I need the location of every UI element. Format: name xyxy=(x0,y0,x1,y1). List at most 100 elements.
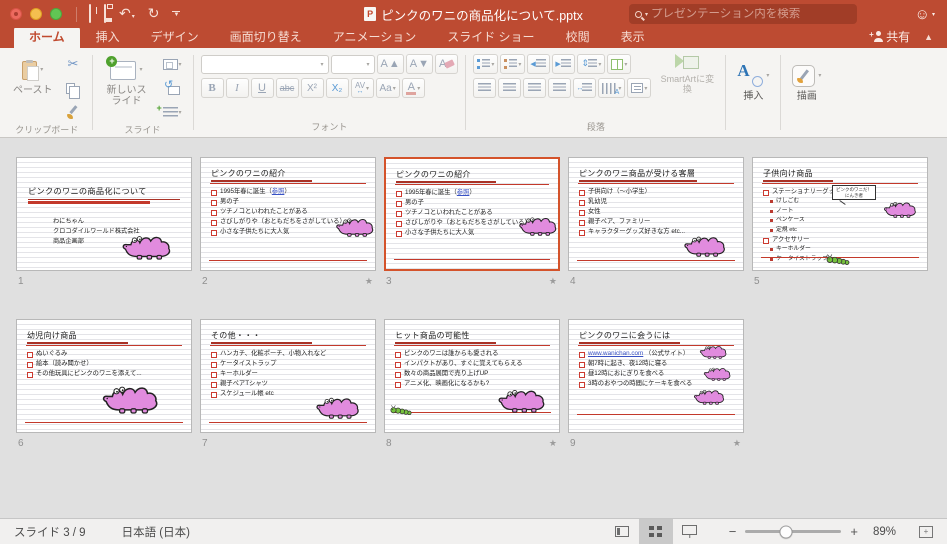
paste-button[interactable]: ▾ ペースト xyxy=(9,54,57,97)
pink-crocodile-doodle xyxy=(498,390,545,414)
fit-slide-to-window-button[interactable] xyxy=(919,525,933,538)
slide-thumbnail-6[interactable]: 幼児向け商品 ぬいぐるみ 絵本（読み聞かせ） その他玩具にピンクのワニを添えて.… xyxy=(16,319,192,433)
share-button[interactable]: + 共有 xyxy=(869,28,910,45)
layout-button[interactable]: ▾ xyxy=(159,54,186,74)
toolbar-options-button[interactable]: ▼ xyxy=(172,10,181,18)
copy-button[interactable]: ▾ xyxy=(62,78,85,99)
text-direction-button[interactable]: ▾ xyxy=(598,78,626,98)
titlebar: ↶▾ ↻ ▼ P ピンクのワニの商品化について.pptx ▾ ☺ ▾ xyxy=(0,0,947,28)
new-slide-button[interactable]: + ▾ 新しいスライド xyxy=(100,54,154,108)
underline-button[interactable]: U xyxy=(250,78,274,98)
smartart-button[interactable]: SmartArtに変換 xyxy=(656,54,718,94)
slide-thumbnail-1[interactable]: ピンクのワニの商品化について わにちゃん クロコダイルワールド株式会社 商品企画… xyxy=(16,157,192,271)
numbering-button[interactable]: ▾ xyxy=(500,54,526,74)
cut-button[interactable]: ✂ xyxy=(62,54,85,74)
reset-button[interactable]: ↺ xyxy=(159,78,186,98)
align-center-icon xyxy=(503,83,517,93)
zoom-percentage[interactable]: 89% xyxy=(873,526,896,538)
zoom-slider[interactable] xyxy=(745,525,842,538)
pink-crocodile-doodle xyxy=(699,345,727,359)
section-icon xyxy=(157,103,178,118)
shrink-font-button[interactable]: A ▼ xyxy=(405,54,433,74)
slide-title-text: その他・・・ xyxy=(211,331,261,340)
align-right-button[interactable] xyxy=(523,78,547,98)
bottom-rule xyxy=(209,422,367,423)
slide-thumbnail-3-selected[interactable]: ピンクのワニの紹介 1995年春に誕生（参照） 男の子 ツチノコといわれたことが… xyxy=(384,157,560,271)
close-button[interactable] xyxy=(10,8,22,20)
slide-number: 9 xyxy=(570,437,576,449)
strikethrough-button[interactable]: abc xyxy=(275,78,299,98)
slide-thumbnail-7[interactable]: その他・・・ ハンカチ、化粧ポーチ、小物入れなど ケータイストラップ キーホルダ… xyxy=(200,319,376,433)
format-painter-button[interactable] xyxy=(62,102,85,122)
align-text-icon xyxy=(631,83,644,93)
slide-thumbnail-9[interactable]: ピンクのワニに会うには www.wanichan.com （公式サイト） 朝7時… xyxy=(568,319,744,433)
normal-view-icon xyxy=(614,526,629,537)
zoom-window-button[interactable] xyxy=(50,8,62,20)
font-color-button[interactable]: A ▾ xyxy=(401,78,425,98)
collapse-ribbon-button[interactable]: ▲ xyxy=(924,32,933,42)
tab-review[interactable]: 校閲 xyxy=(564,26,592,48)
align-center-button[interactable] xyxy=(498,78,522,98)
tab-insert[interactable]: 挿入 xyxy=(94,26,122,48)
justify-button[interactable] xyxy=(548,78,572,98)
redo-button[interactable]: ↻ xyxy=(148,5,160,23)
italic-button[interactable]: I xyxy=(225,78,249,98)
bullet-item: ペンケース xyxy=(770,217,881,225)
zoom-in-button[interactable]: + xyxy=(850,524,858,539)
align-left-button[interactable] xyxy=(473,78,497,98)
tab-home[interactable]: ホーム xyxy=(14,26,80,48)
view-slide-sorter-button[interactable] xyxy=(638,518,673,544)
tab-view[interactable]: 表示 xyxy=(619,26,647,48)
subscript-button[interactable]: X₂ xyxy=(325,78,349,98)
section-dropdown-icon: ▾ xyxy=(178,109,182,116)
font-name-select[interactable]: ▾ xyxy=(200,54,329,74)
slide-thumbnail-4[interactable]: ピンクのワニ商品が受ける客層 子供向け（～小学生） 乳幼児 女性 親子ペア、ファ… xyxy=(568,157,744,271)
new-presentation-button[interactable] xyxy=(89,4,91,23)
bold-button[interactable]: B xyxy=(200,78,224,98)
change-case-button[interactable]: Aa ▾ xyxy=(375,78,400,98)
zoom-out-button[interactable]: − xyxy=(729,524,737,539)
language-indicator[interactable]: 日本語 (日本) xyxy=(122,524,190,540)
font-size-select[interactable]: ▾ xyxy=(330,54,375,74)
bullet-item: その他玩具にピンクのワニを添えて... xyxy=(27,370,181,378)
tab-design[interactable]: デザイン xyxy=(149,26,201,48)
draw-button[interactable]: ▾ 描画 xyxy=(788,60,825,103)
character-spacing-button[interactable]: AV ↔ ▾ xyxy=(350,78,374,98)
animation-star-icon xyxy=(549,438,557,449)
save-button[interactable] xyxy=(104,4,106,23)
decrease-indent-button[interactable]: ◀ xyxy=(527,54,551,74)
bullet-item: 親子ペア、ファミリー xyxy=(579,218,733,226)
align-text-button[interactable]: ▾ xyxy=(627,78,652,98)
slide-thumbnail-5[interactable]: 子供向け商品 ステーショナリーグッズ けしごむ ノート ペンケース 定規 etc… xyxy=(752,157,928,271)
increase-indent-button[interactable]: ▶ xyxy=(552,54,576,74)
columns-button[interactable]: ▾ xyxy=(607,54,632,74)
clear-formatting-button[interactable]: A xyxy=(434,54,459,74)
grow-font-button[interactable]: A ▲ xyxy=(376,54,404,74)
layout-dropdown-icon: ▾ xyxy=(178,61,182,68)
zoom-slider-knob[interactable] xyxy=(779,525,793,538)
insert-button[interactable]: A ▾ 挿入 xyxy=(733,60,773,103)
tab-slideshow[interactable]: スライド ショー xyxy=(445,26,536,48)
undo-button[interactable]: ↶▾ xyxy=(119,5,135,23)
search-input[interactable] xyxy=(651,8,851,20)
align-right-icon xyxy=(528,83,542,93)
slide-number: 5 xyxy=(754,275,760,287)
slide-thumbnail-2[interactable]: ピンクのワニの紹介 1995年春に誕生（参照） 男の子 ツチノコといわれたことが… xyxy=(200,157,376,271)
minimize-button[interactable] xyxy=(30,8,42,20)
bullet-item: 絵本（読み聞かせ） xyxy=(27,360,181,368)
smartart-label: SmartArtに変換 xyxy=(660,74,715,94)
line-spacing-button[interactable]: ⇕ ▾ xyxy=(577,54,606,74)
view-normal-button[interactable] xyxy=(605,519,639,544)
slide-thumbnail-8[interactable]: ヒット商品の可能性 ピンクのワニは誰からも愛される インパクトがあり、すぐに覚え… xyxy=(384,319,560,433)
feedback-button[interactable]: ☺ ▾ xyxy=(915,7,935,22)
tab-transitions[interactable]: 画面切り替え xyxy=(228,26,304,48)
distribute-button[interactable]: ↔ xyxy=(573,78,597,98)
tab-animations[interactable]: アニメーション xyxy=(331,26,419,48)
search-box[interactable]: ▾ xyxy=(629,4,857,24)
view-slideshow-button[interactable] xyxy=(673,519,707,544)
bullets-button[interactable]: ▾ xyxy=(473,54,499,74)
title-underline xyxy=(210,183,366,184)
superscript-button[interactable]: X² xyxy=(300,78,324,98)
caterpillar-doodle xyxy=(826,253,850,265)
section-button[interactable]: ▾ xyxy=(157,102,186,122)
